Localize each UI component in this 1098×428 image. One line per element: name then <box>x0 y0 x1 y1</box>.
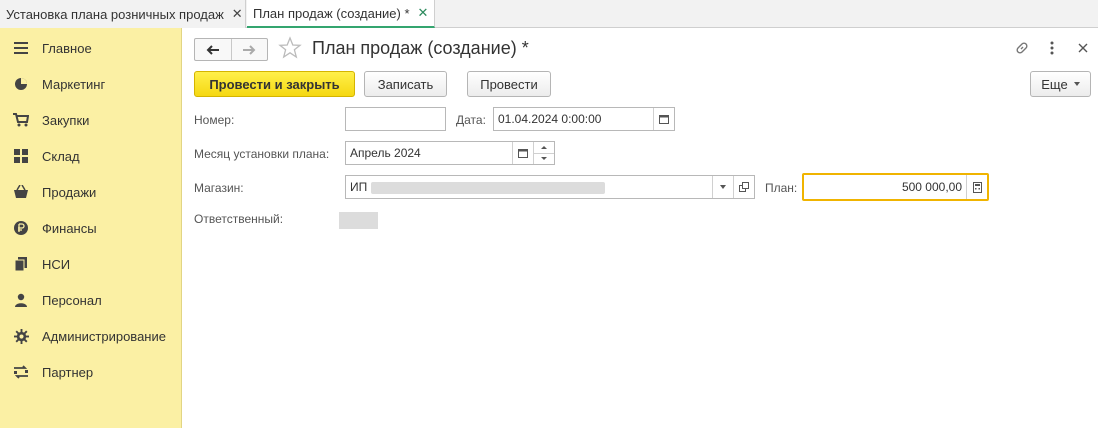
warehouse-grid-icon <box>12 147 30 165</box>
basket-icon <box>12 183 30 201</box>
sidebar-item-personnel[interactable]: Персонал <box>0 282 182 318</box>
close-icon[interactable]: ✕ <box>418 5 429 21</box>
ruble-icon <box>12 219 30 237</box>
nav-buttons <box>194 38 268 61</box>
sidebar: Главное Маркетинг Закупки Склад Продажи … <box>0 28 182 428</box>
date-input[interactable]: 01.04.2024 0:00:00 <box>493 107 675 131</box>
sidebar-item-marketing[interactable]: Маркетинг <box>0 66 182 102</box>
number-input[interactable] <box>345 107 446 131</box>
store-value-text: ИП <box>350 180 368 194</box>
sidebar-item-label: Персонал <box>42 292 102 308</box>
sidebar-item-administration[interactable]: Администрирование <box>0 318 182 354</box>
sidebar-item-label: Продажи <box>42 184 97 200</box>
responsible-value-redacted[interactable] <box>339 212 378 229</box>
favorite-star-icon[interactable] <box>278 36 302 60</box>
form-area: План продаж (создание) * Провести и закр… <box>182 28 1098 428</box>
post-button[interactable]: Провести <box>467 71 551 97</box>
number-label: Номер: <box>194 113 235 127</box>
save-button[interactable]: Записать <box>364 71 447 97</box>
documents-icon <box>12 255 30 273</box>
cart-icon <box>12 111 30 129</box>
tab-sales-plan-create[interactable]: План продаж (создание) * ✕ <box>247 0 435 28</box>
more-vertical-icon[interactable] <box>1044 40 1060 56</box>
sidebar-item-purchases[interactable]: Закупки <box>0 102 182 138</box>
tab-bar: Установка плана розничных продаж ✕ План … <box>0 0 1098 28</box>
pie-chart-icon <box>12 75 30 93</box>
redacted-text <box>370 181 605 194</box>
close-icon[interactable]: ✕ <box>232 6 243 22</box>
sidebar-item-label: Склад <box>42 148 80 164</box>
sidebar-item-finance[interactable]: Финансы <box>0 210 182 246</box>
stepper-down-icon[interactable] <box>534 154 554 165</box>
dropdown-icon[interactable] <box>712 176 733 198</box>
sidebar-item-label: НСИ <box>42 256 71 272</box>
close-icon[interactable] <box>1075 40 1091 56</box>
gear-icon <box>12 327 30 345</box>
sidebar-item-partner[interactable]: Партнер <box>0 354 182 390</box>
plan-label: План: <box>765 181 798 195</box>
sidebar-item-label: Главное <box>42 40 92 56</box>
back-button[interactable] <box>195 39 232 60</box>
date-label: Дата: <box>456 113 486 127</box>
calendar-icon[interactable] <box>653 108 674 130</box>
menu-lines-icon <box>12 39 30 57</box>
more-button-label: Еще <box>1041 76 1068 92</box>
sidebar-item-label: Партнер <box>42 364 94 380</box>
tab-retail-sales-plan[interactable]: Установка плана розничных продаж ✕ <box>0 0 246 28</box>
person-icon <box>12 291 30 309</box>
plan-amount-value: 500 000,00 <box>901 180 962 194</box>
sidebar-item-label: Закупки <box>42 112 90 128</box>
store-input[interactable]: ИП <box>345 175 755 199</box>
arrow-right-icon <box>243 44 256 55</box>
date-value: 01.04.2024 0:00:00 <box>498 112 602 126</box>
sidebar-item-label: Администрирование <box>42 328 166 344</box>
sidebar-item-label: Маркетинг <box>42 76 106 92</box>
tab-label: Установка плана розничных продаж <box>6 6 224 22</box>
arrow-left-icon <box>206 44 219 55</box>
more-button[interactable]: Еще <box>1030 71 1091 97</box>
sidebar-item-sales[interactable]: Продажи <box>0 174 182 210</box>
sidebar-item-main[interactable]: Главное <box>0 30 182 66</box>
open-form-icon[interactable] <box>733 176 754 198</box>
plan-month-label: Месяц установки плана: <box>194 147 330 161</box>
post-and-close-button[interactable]: Провести и закрыть <box>194 71 355 97</box>
calculator-icon[interactable] <box>966 175 987 199</box>
tab-label: План продаж (создание) * <box>253 5 410 21</box>
partner-icon <box>12 363 30 381</box>
plan-month-input[interactable]: Апрель 2024 <box>345 141 555 165</box>
page-title: План продаж (создание) * <box>312 38 529 58</box>
sidebar-item-warehouse[interactable]: Склад <box>0 138 182 174</box>
link-icon[interactable] <box>1014 40 1030 56</box>
stepper-up-icon[interactable] <box>534 142 554 154</box>
responsible-label: Ответственный: <box>194 212 284 226</box>
sidebar-item-label: Финансы <box>42 220 97 236</box>
plan-month-value: Апрель 2024 <box>350 146 421 160</box>
plan-amount-input[interactable]: 500 000,00 <box>802 173 989 201</box>
store-value: ИП <box>346 180 712 194</box>
sidebar-item-nsi[interactable]: НСИ <box>0 246 182 282</box>
calendar-icon[interactable] <box>512 142 533 164</box>
month-stepper[interactable] <box>533 142 554 164</box>
store-label: Магазин: <box>194 181 244 195</box>
forward-button[interactable] <box>232 39 268 60</box>
chevron-down-icon <box>1073 82 1080 86</box>
